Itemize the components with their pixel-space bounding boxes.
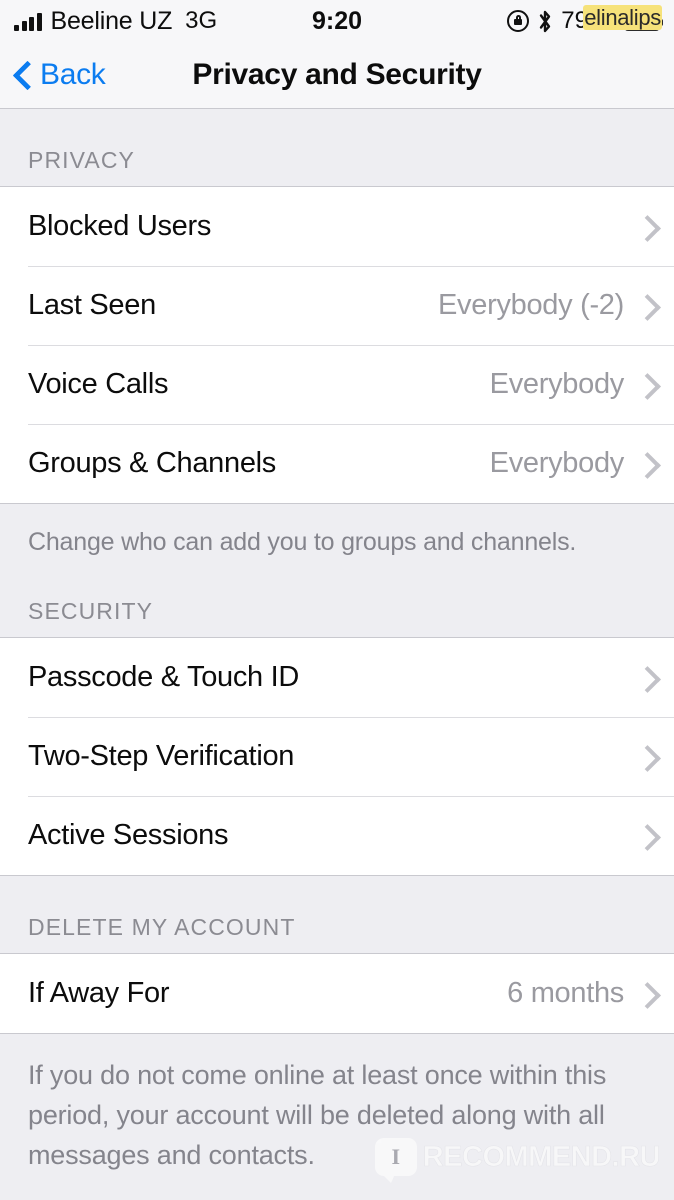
carrier-name: Beeline UZ xyxy=(50,6,173,35)
settings-group-privacy: Blocked Users Last Seen Everybody (-2) V… xyxy=(0,186,674,504)
list-item-active-sessions[interactable]: Active Sessions xyxy=(0,796,674,876)
row-value: Everybody (-2) xyxy=(438,289,624,321)
rotation-lock-icon xyxy=(507,10,530,32)
chevron-right-icon xyxy=(638,452,652,476)
signal-bars-icon xyxy=(14,11,42,31)
section-header-security: SECURITY xyxy=(0,560,674,638)
status-bar-right: 79 % elinalips xyxy=(507,5,663,35)
settings-group-security: Passcode & Touch ID Two-Step Verificatio… xyxy=(0,637,674,877)
row-label: Two-Step Verification xyxy=(28,740,295,773)
list-item-two-step-verification[interactable]: Two-Step Verification xyxy=(0,717,674,797)
chevron-right-icon xyxy=(638,373,652,397)
chevron-right-icon xyxy=(638,982,652,1006)
chevron-right-icon xyxy=(638,824,652,848)
list-item-voice-calls[interactable]: Voice Calls Everybody xyxy=(0,345,674,424)
row-label: Active Sessions xyxy=(28,819,229,852)
row-label: Groups & Channels xyxy=(28,447,276,479)
navigation-bar: Back Privacy and Security xyxy=(0,42,674,109)
list-item-blocked-users[interactable]: Blocked Users xyxy=(0,187,674,266)
back-button[interactable]: Back xyxy=(0,58,106,92)
bluetooth-icon xyxy=(537,10,553,33)
row-label: Blocked Users xyxy=(28,210,212,242)
chevron-right-icon xyxy=(638,745,652,769)
list-item-if-away-for[interactable]: If Away For 6 months xyxy=(0,954,674,1034)
watermark-top: elinalips xyxy=(583,5,662,30)
status-bar: Beeline UZ 3G 9:20 79 % elinalips xyxy=(0,0,674,42)
chevron-right-icon xyxy=(638,215,652,239)
row-label: If Away For xyxy=(28,977,170,1010)
row-label: Passcode & Touch ID xyxy=(28,661,300,694)
list-item-groups-and-channels[interactable]: Groups & Channels Everybody xyxy=(0,424,674,503)
chevron-right-icon xyxy=(638,666,652,690)
row-label: Voice Calls xyxy=(28,368,169,400)
row-value: 6 months xyxy=(507,977,624,1010)
chevron-right-icon xyxy=(638,294,652,318)
row-value: Everybody xyxy=(489,368,625,400)
footnote-privacy: Change who can add you to groups and cha… xyxy=(0,504,674,561)
row-label: Last Seen xyxy=(28,289,156,321)
list-item-last-seen[interactable]: Last Seen Everybody (-2) xyxy=(0,266,674,345)
settings-group-delete-account: If Away For 6 months xyxy=(0,953,674,1035)
footnote-delete-account: If you do not come online at least once … xyxy=(0,1034,674,1177)
phone-screen: Beeline UZ 3G 9:20 79 % elinalips Back xyxy=(0,0,674,1200)
row-value: Everybody xyxy=(489,447,625,479)
back-button-label: Back xyxy=(40,58,106,91)
status-bar-left: Beeline UZ 3G xyxy=(14,7,217,36)
chevron-left-icon xyxy=(14,62,30,88)
section-header-privacy: PRIVACY xyxy=(0,109,674,186)
network-type: 3G xyxy=(185,7,218,34)
section-header-delete-my-account: DELETE MY ACCOUNT xyxy=(0,876,674,954)
list-item-passcode-touch-id[interactable]: Passcode & Touch ID xyxy=(0,638,674,718)
